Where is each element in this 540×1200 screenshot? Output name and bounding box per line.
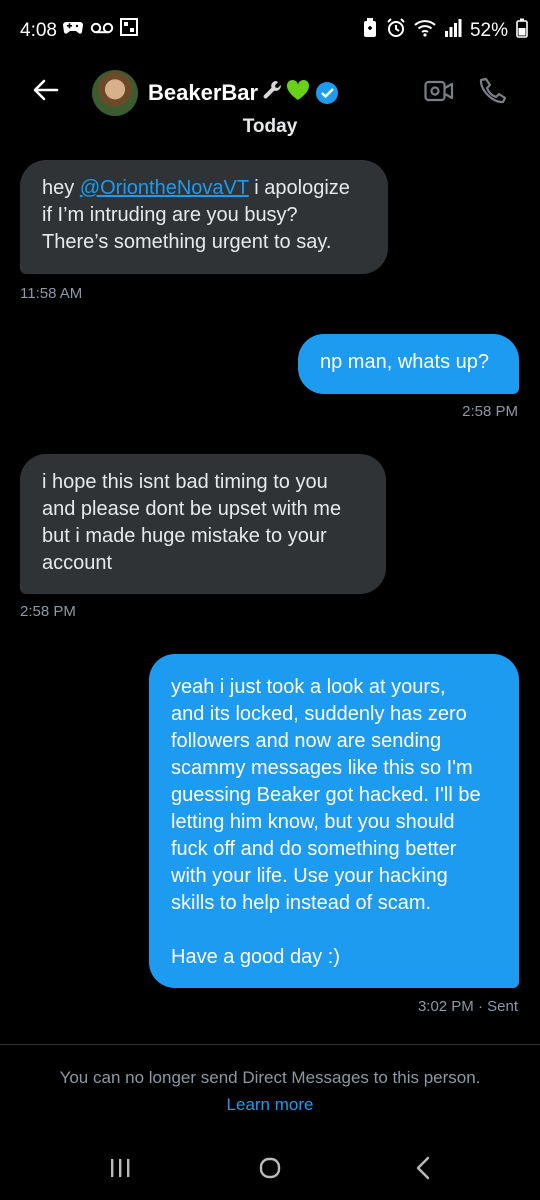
outgoing-message-bubble[interactable]: yeah i just took a look at yours, and it… <box>149 654 519 988</box>
message-line: and its locked, suddenly has zero <box>171 703 467 725</box>
status-time: 4:08 <box>20 20 57 41</box>
message-text: i apologize <box>248 177 350 199</box>
voicemail-icon <box>90 19 114 41</box>
battery-icon <box>516 18 528 44</box>
message-line: and please dont be upset with me <box>42 498 342 520</box>
message-line: if I’m intruding are you busy? <box>42 204 298 226</box>
message-line: letting him know, but you should <box>171 811 455 833</box>
message-line: np man, whats up? <box>320 351 489 373</box>
message-line: scammy messages like this so I'm <box>171 757 473 779</box>
verified-badge-icon <box>316 82 339 104</box>
incoming-message-bubble[interactable]: i hope this isnt bad timing to you and p… <box>20 454 386 594</box>
day-divider-label: Today <box>242 116 298 137</box>
message-text: hey <box>42 177 80 199</box>
message-line: followers and now are sending <box>171 730 442 752</box>
home-icon <box>258 1156 282 1185</box>
message-line <box>171 917 497 944</box>
status-right-icons: 52% <box>362 18 528 44</box>
message-timestamp: 3:02 PM · Sent <box>417 998 518 1015</box>
message-timestamp: 2:58 PM <box>462 403 518 420</box>
message-line: account <box>42 552 113 574</box>
gamepad-icon <box>62 19 84 41</box>
back-button[interactable] <box>28 74 64 110</box>
green-heart-icon <box>286 79 310 107</box>
video-call-button[interactable] <box>422 76 456 110</box>
phone-call-icon <box>479 77 507 110</box>
message-line: i hope this isnt bad timing to you <box>42 471 328 493</box>
status-left-icons <box>62 18 138 42</box>
signal-icon <box>444 19 462 43</box>
message-line: There’s something urgent to say. <box>42 231 332 253</box>
message-line: hey @OriontheNovaVT i apologize <box>42 175 366 202</box>
day-divider: Today <box>0 112 540 138</box>
message-line: with your life. Use your hacking <box>171 865 448 887</box>
message-line: skills to help instead of scam. <box>171 892 432 914</box>
message-line: guessing Beaker got hacked. I'll be <box>171 784 481 806</box>
outgoing-message-bubble[interactable]: np man, whats up? <box>298 334 519 394</box>
avatar[interactable] <box>92 70 138 116</box>
message-line: fuck off and do something better <box>171 838 457 860</box>
video-call-icon <box>424 79 454 108</box>
gallery-icon <box>120 18 138 42</box>
dm-disabled-notice: You can no longer send Direct Messages t… <box>59 1068 481 1087</box>
nav-back-button[interactable] <box>403 1152 443 1188</box>
battery-saver-icon <box>362 18 378 44</box>
mention-link[interactable]: @OriontheNovaVT <box>80 177 249 199</box>
contact-name-row[interactable]: BeakerBar <box>148 79 339 107</box>
system-nav-bar <box>0 1140 540 1200</box>
learn-more-link[interactable]: Learn more <box>0 1095 540 1115</box>
recent-apps-button[interactable] <box>100 1152 140 1188</box>
message-line: Have a good day :) <box>171 946 340 968</box>
phone-call-button[interactable] <box>476 76 510 110</box>
message-timestamp: 11:58 AM <box>20 285 83 302</box>
footer-divider <box>0 1044 540 1045</box>
contact-name: BeakerBar <box>148 80 259 105</box>
message-timestamp: 2:58 PM <box>20 603 76 620</box>
wifi-icon <box>414 19 436 43</box>
battery-percent: 52% <box>469 20 508 41</box>
wrench-icon <box>262 79 282 107</box>
message-line: yeah i just took a look at yours, <box>171 676 446 698</box>
incoming-message-bubble[interactable]: hey @OriontheNovaVT i apologize if I’m i… <box>20 160 388 274</box>
recent-apps-icon <box>108 1157 132 1184</box>
message-line: but i made huge mistake to your <box>42 525 327 547</box>
back-arrow-icon <box>33 79 59 106</box>
home-button[interactable] <box>250 1152 290 1188</box>
alarm-icon <box>386 18 406 44</box>
back-icon <box>415 1156 431 1185</box>
status-bar: 4:08 52% <box>0 0 540 62</box>
